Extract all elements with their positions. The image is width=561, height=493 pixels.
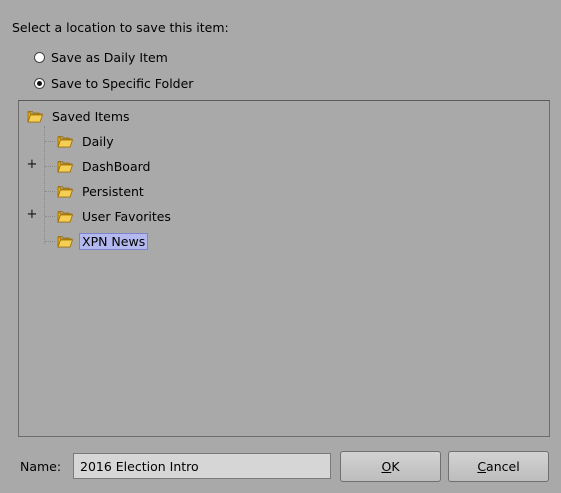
- folder-icon: [57, 209, 73, 223]
- radio-button-selected-icon[interactable]: [34, 78, 45, 89]
- tree-connector: [45, 141, 55, 142]
- tree-item-persistent[interactable]: Persistent: [57, 181, 147, 201]
- cancel-mnemonic: C: [477, 459, 487, 474]
- folder-icon: [57, 159, 73, 173]
- tree-connector: [45, 166, 55, 167]
- save-location-dialog: Select a location to save this item: Sav…: [0, 0, 561, 493]
- expand-plus-icon[interactable]: +: [26, 157, 38, 172]
- radio-button-icon[interactable]: [34, 52, 45, 63]
- radio-label: Save as Daily Item: [51, 50, 168, 65]
- tree-item-xpn-news[interactable]: XPN News: [57, 231, 149, 251]
- tree-item-label: User Favorites: [82, 208, 171, 224]
- tree-connector: [45, 191, 55, 192]
- tree-item-label: Daily: [82, 133, 114, 149]
- ok-mnemonic: O: [381, 459, 392, 474]
- tree-connector: [44, 126, 45, 244]
- expand-plus-icon[interactable]: +: [26, 207, 38, 222]
- tree-item-label: DashBoard: [82, 158, 151, 174]
- ok-button[interactable]: OK: [340, 451, 441, 482]
- tree-item-saved-items[interactable]: Saved Items: [27, 106, 133, 126]
- cancel-label-rest: ancel: [486, 459, 520, 474]
- name-label: Name:: [20, 459, 62, 474]
- radio-label: Save to Specific Folder: [51, 76, 194, 91]
- tree-item-user-favorites[interactable]: User Favorites: [57, 206, 174, 226]
- tree-item-dashboard[interactable]: DashBoard: [57, 156, 153, 176]
- tree-item-daily[interactable]: Daily: [57, 131, 117, 151]
- tree-item-label: XPN News: [79, 232, 149, 250]
- folder-open-icon: [27, 109, 43, 123]
- name-input[interactable]: [73, 453, 331, 479]
- cancel-button[interactable]: Cancel: [448, 451, 549, 482]
- folder-icon: [57, 234, 73, 248]
- tree-item-label: Saved Items: [52, 108, 130, 124]
- prompt-label: Select a location to save this item:: [12, 20, 229, 35]
- folder-tree[interactable]: Saved Items Daily + DashBoard Persistent…: [18, 100, 550, 437]
- folder-icon: [57, 134, 73, 148]
- radio-save-daily[interactable]: Save as Daily Item: [34, 50, 168, 65]
- folder-icon: [57, 184, 73, 198]
- radio-save-specific-folder[interactable]: Save to Specific Folder: [34, 76, 193, 91]
- tree-item-label: Persistent: [82, 183, 144, 199]
- ok-label-rest: K: [391, 459, 400, 474]
- tree-connector: [45, 216, 55, 217]
- tree-connector: [45, 241, 55, 242]
